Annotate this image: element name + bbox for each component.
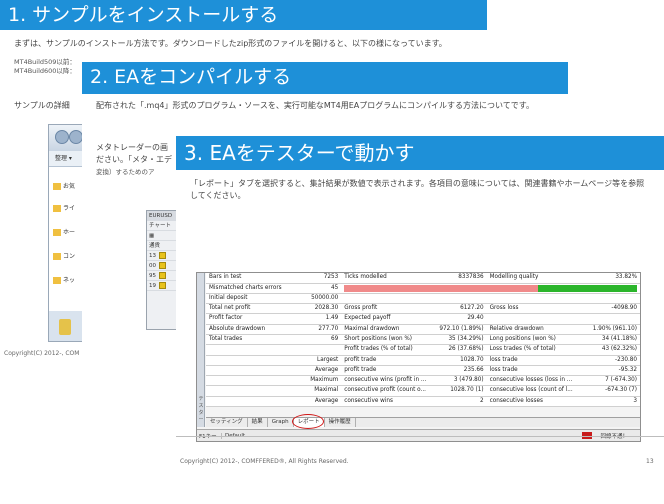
tab-graph[interactable]: Graph [268, 418, 294, 427]
mt4-chart-title: EURUSD [147, 211, 177, 221]
back-button-icon[interactable] [55, 130, 69, 144]
nav-item-home[interactable]: ホー [53, 227, 75, 236]
slide2-para2-line1: メタトレーダーの画 [96, 143, 168, 152]
mt4-row[interactable]: 95 [147, 271, 177, 281]
slide2-para2-line2: ださい。「メタ・エデ [96, 155, 172, 164]
slide1-intro: まずは、サンプルのインストール方法です。ダウンロードしたzip形式のファイルを開… [14, 39, 447, 48]
table-row: Maximal consecutive profit (count o... 1… [206, 385, 640, 397]
organize-menu[interactable]: 整理 ▾ [49, 151, 83, 167]
nav-item-favorites[interactable]: お気 [53, 181, 75, 190]
footer-copyright: Copyright(C) 2012-, COMFFERED®, All Righ… [180, 458, 349, 465]
symbol-icon [159, 262, 166, 269]
quality-bar-red [344, 284, 538, 292]
modelling-quality-bar [344, 284, 637, 292]
strategy-tester-window: テスター Bars in test 7253 Ticks modelled 83… [196, 272, 641, 442]
slide2-para1: 配布された「.mq4」形式のプログラム・ソースを、実行可能なMT4用EAプログラ… [96, 101, 534, 110]
mt4-menu-chart[interactable]: チャート [147, 221, 177, 231]
nav-item-library[interactable]: ライ [53, 203, 75, 212]
slide-tester: 3. EAをテスターで動かす 「レポート」タブを選択すると、集計結果が数値で表示… [176, 136, 664, 504]
tab-journal[interactable]: 操作履歴 [325, 418, 356, 427]
zip-file-icon [59, 319, 71, 335]
slide1-title: 1. サンプルをインストールする [0, 0, 487, 30]
slide1-build-509: MT4Build509以前： [14, 58, 76, 66]
folder-icon [53, 205, 61, 212]
table-row: Average consecutive wins 2 consecutive l… [206, 396, 640, 408]
slide2-para2-line3: 変換）するためのア [96, 168, 155, 176]
nav-item-computer[interactable]: コン [53, 251, 75, 260]
page-number: 13 [646, 458, 654, 465]
table-row: Maximum consecutive wins (profit in ... … [206, 375, 640, 387]
report-tab-highlight-circle [292, 414, 324, 429]
footer-divider [176, 436, 664, 437]
table-row: Profit trades (% of total) 26 (37.68%) L… [206, 344, 640, 356]
table-row: Average profit trade 235.66 loss trade -… [206, 365, 640, 377]
quality-bar-green [537, 284, 637, 292]
table-row: Absolute drawdown 277.70 Maximal drawdow… [206, 324, 640, 335]
mt4-row[interactable]: 00 [147, 261, 177, 271]
forward-button-icon[interactable] [69, 130, 83, 144]
slide3-body: 「レポート」タブを選択すると、集計結果が数値で表示されます。各項目の意味について… [190, 179, 645, 200]
tester-sideband: テスター [197, 273, 205, 427]
mt4-column-header: 通貨 [147, 241, 177, 251]
explorer-window: 整理 ▾ お気 ライ ホー コン ネッ [48, 124, 84, 342]
slide1-copyright: Copyright(C) 2012-, COM [4, 350, 80, 357]
symbol-icon [159, 282, 166, 289]
table-row: Profit factor 1.49 Expected payoff 29.40 [206, 313, 640, 325]
table-row: Total net profit 2028.30 Gross profit 61… [206, 303, 640, 315]
report-table: Bars in test 7253 Ticks modelled 8337836… [206, 273, 640, 408]
mt4-toolbar: ▦ [147, 231, 177, 241]
table-row: Total trades 69 Short positions (won %) … [206, 334, 640, 346]
table-row: Bars in test 7253 Ticks modelled 8337836… [206, 273, 640, 284]
table-row: Initial deposit 50000.00 [206, 293, 640, 305]
status-bar: F1キー Default 回線不通！ [197, 429, 640, 441]
symbol-icon [159, 252, 166, 259]
table-row: Mismatched charts errors 45 [206, 283, 640, 294]
mt4-row[interactable]: 19 [147, 281, 177, 291]
mt4-row[interactable]: 13 [147, 251, 177, 261]
slide1-build-600: MT4Build600以降： [14, 67, 76, 75]
star-icon [53, 183, 61, 190]
symbol-icon [159, 272, 166, 279]
network-icon [53, 277, 61, 284]
nav-item-network[interactable]: ネッ [53, 275, 75, 284]
slide2-title: 2. EAをコンパイルする [82, 62, 568, 94]
home-icon [53, 229, 61, 236]
slide1-sample-line: サンプルの詳細 [14, 101, 70, 110]
table-row: Largest profit trade 1028.70 loss trade … [206, 355, 640, 366]
tab-results[interactable]: 結果 [248, 418, 268, 427]
slide3-title: 3. EAをテスターで動かす [176, 136, 664, 170]
tab-settings[interactable]: セッティング [206, 418, 248, 427]
computer-icon [53, 253, 61, 260]
tester-tabs: セッティング 結果 Graph レポート 操作履歴 [206, 417, 640, 427]
mt4-window: EURUSD チャート ▦ 通貨 13 00 95 19 [146, 210, 178, 330]
